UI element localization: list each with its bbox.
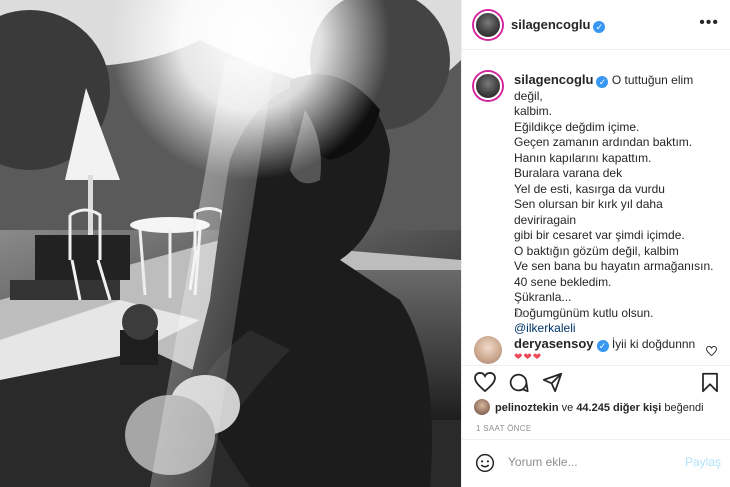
heart-icon[interactable] — [474, 372, 496, 392]
comment-like-heart-icon[interactable] — [706, 346, 717, 356]
liker-avatar[interactable] — [474, 399, 490, 415]
header-username[interactable]: silagencoglu ✓ — [511, 17, 606, 33]
liker-username[interactable]: pelinoztekin — [495, 402, 559, 414]
caption-line: gibi bir cesaret var şimdi içimde. — [514, 228, 685, 242]
likes-suffix: beğendi — [664, 402, 704, 414]
caption-line: 40 sene bekledim. — [514, 274, 612, 289]
likes-summary: pelinoztekin ve 44.245 diğer kişi beğend… — [495, 402, 704, 414]
caption-line: Sen olursan bir kırk yıl daha deviriraga… — [514, 197, 663, 227]
caption-line: kalbim. — [514, 104, 553, 118]
post-date[interactable]: 1 SAAT ÖNCE — [476, 424, 531, 433]
comment-icon[interactable] — [508, 372, 529, 393]
header-username-text[interactable]: silagencoglu — [511, 17, 590, 32]
caption-line: Geçen zamanın ardından baktım. — [514, 135, 693, 149]
avatar[interactable] — [474, 11, 502, 39]
comment-text: İyii ki doğdunnn — [611, 337, 696, 351]
caption-avatar[interactable] — [474, 72, 502, 100]
smiley-icon[interactable] — [475, 453, 495, 473]
comment-hearts: ❤❤❤ — [514, 352, 543, 363]
post-time[interactable]: 1s — [514, 309, 525, 320]
more-options-icon[interactable]: ••• — [699, 15, 719, 31]
verified-badge-icon: ✓ — [596, 76, 609, 88]
bookmark-icon[interactable] — [701, 372, 719, 393]
photo-illustration — [0, 0, 461, 487]
comment-item: deryasensoy ✓ İyii ki doğdunnn ❤❤❤ — [462, 330, 730, 366]
comment-input[interactable] — [506, 454, 680, 470]
caption-username[interactable]: silagencoglu — [514, 72, 593, 87]
verified-badge-icon: ✓ — [593, 21, 606, 33]
post-comment-button[interactable]: Paylaş — [685, 455, 721, 469]
commenter-username[interactable]: deryasensoy — [514, 336, 594, 351]
post-detail-panel: silagencoglu ✓ ••• silagencoglu ✓ O tuttuğ… — [461, 0, 730, 487]
caption-line: O baktığın gözüm değil, kalbim — [514, 243, 679, 258]
caption-line: Eğildikçe değdim içime. — [514, 119, 640, 134]
commenter-avatar[interactable] — [474, 336, 502, 364]
caption-line: Hanın kapılarını kapattım. — [514, 150, 652, 165]
likes-connector: ve — [561, 402, 574, 414]
action-bar — [462, 365, 730, 399]
post-header: silagencoglu ✓ ••• — [462, 0, 730, 50]
verified-badge-icon: ✓ — [596, 340, 609, 352]
caption-line: Doğumgünüm kutlu olsun. — [514, 305, 654, 320]
likes-count[interactable]: 44.245 diğer kişi — [576, 402, 661, 414]
caption-line: Ve sen bana bu hayatın armağanısın. — [514, 259, 714, 273]
caption-line: Şükranla... — [514, 290, 572, 304]
add-comment-bar: Paylaş — [462, 439, 730, 487]
caption-line: Buralara varana dek — [514, 166, 623, 180]
post-caption: silagencoglu ✓ O tuttuğun elim değil, kal… — [514, 72, 719, 337]
caption-line: Yel de esti, kasırga da vurdu — [514, 181, 665, 196]
send-icon[interactable] — [542, 372, 563, 393]
post-photo[interactable] — [0, 0, 461, 487]
comment-body: deryasensoy ✓ İyii ki doğdunnn — [514, 336, 695, 352]
